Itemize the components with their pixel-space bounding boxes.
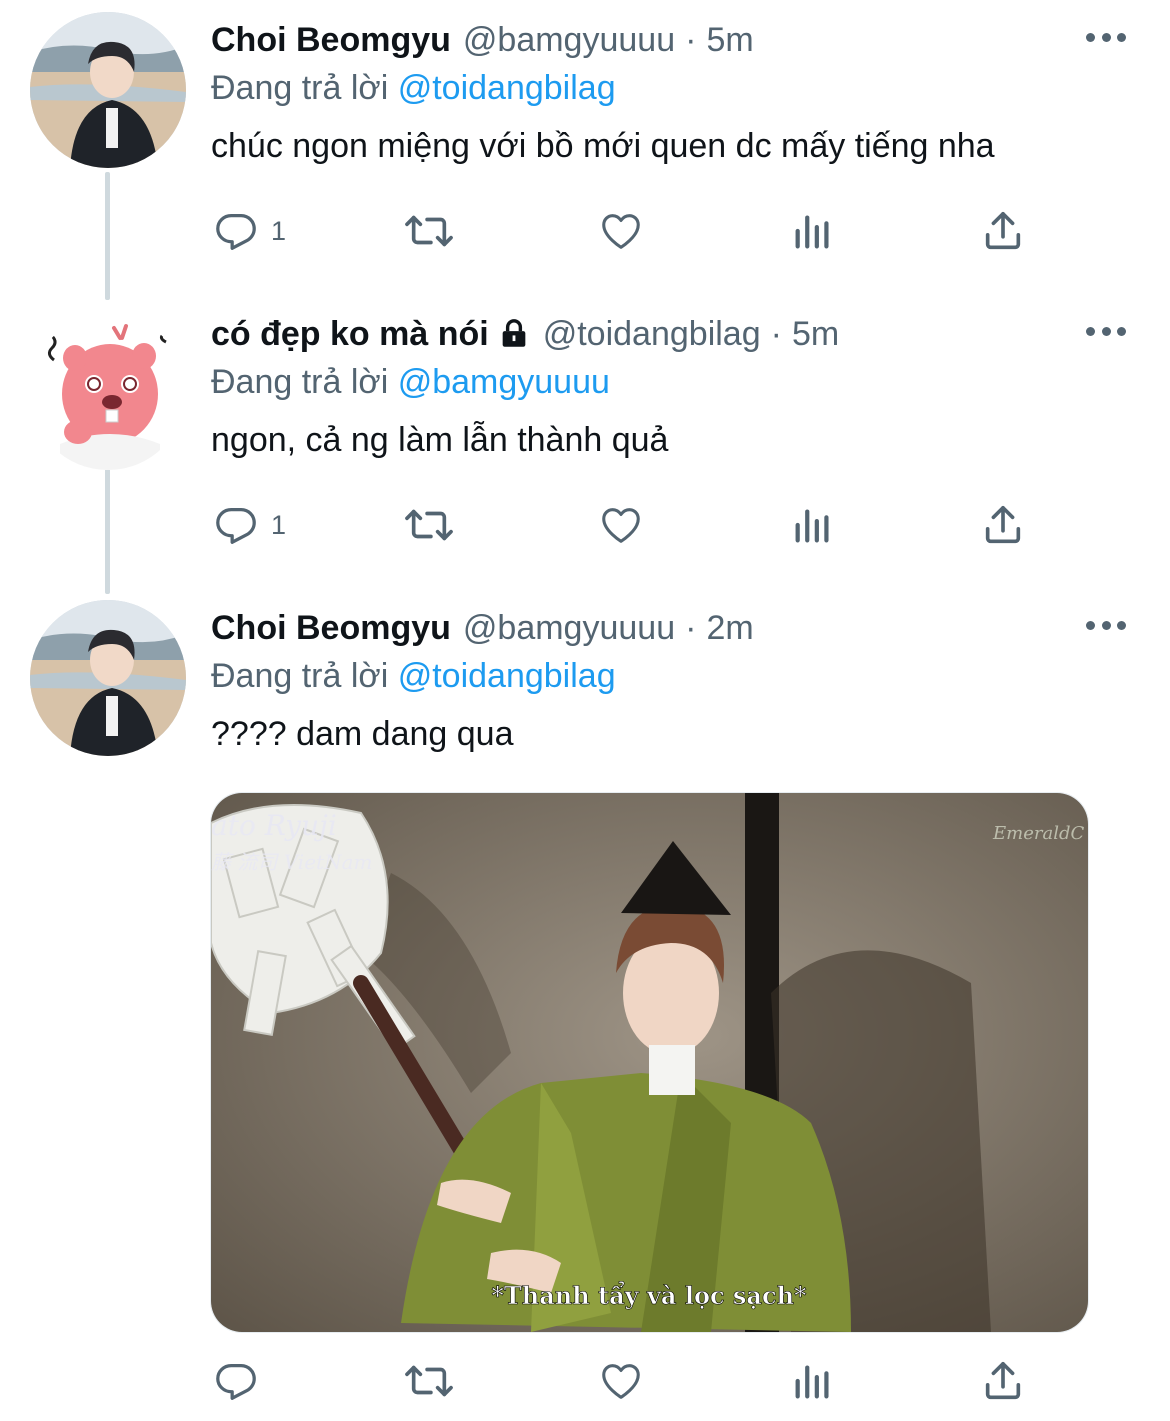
views-button[interactable] [791,500,835,550]
tweet-text: ???? dam dang qua [211,715,514,753]
display-name[interactable]: Choi Beomgyu [211,18,451,62]
views-icon [795,215,829,249]
share-icon [985,1361,1021,1400]
share-button[interactable] [979,500,1027,550]
heart-icon [602,1364,640,1399]
views-button[interactable] [791,206,835,256]
reply-button[interactable]: 1 [213,206,286,256]
replying-to: Đang trả lời @toidangbilag [211,66,616,110]
action-bar: 1 [211,500,1041,550]
reply-icon [216,508,256,544]
views-button[interactable] [791,1356,835,1406]
replying-to-label: Đang trả lời [211,657,398,695]
watermark-left: ato Ryuji [211,809,337,842]
tweet[interactable]: Choi Beomgyu @bamgyuuuu · 5m Đang trả lờ… [0,12,1170,298]
share-button[interactable] [979,1356,1027,1406]
like-button[interactable] [597,500,645,550]
more-icon[interactable] [1086,316,1126,346]
replying-to: Đang trả lời @bamgyuuuu [211,360,610,404]
share-icon [985,505,1021,544]
action-bar: 1 [211,206,1041,256]
like-button[interactable] [597,1356,645,1406]
replying-to-label: Đang trả lời [211,69,398,107]
replying-to-label: Đang trả lời [211,363,398,401]
user-handle[interactable]: @bamgyuuuu [463,18,675,62]
more-icon[interactable] [1086,22,1126,52]
watermark-left-sub: 藤 流司 VietNam [211,850,372,874]
display-name[interactable]: Choi Beomgyu [211,606,451,650]
timestamp[interactable]: 5m [792,312,839,356]
separator-dot: · [770,315,782,353]
reply-icon [216,214,256,250]
views-icon [795,1365,829,1399]
timestamp[interactable]: 2m [706,606,753,650]
timestamp[interactable]: 5m [706,18,753,62]
display-name[interactable]: có đẹp ko mà nói [211,312,489,356]
mention-link[interactable]: @bamgyuuuu [398,363,610,401]
like-button[interactable] [597,206,645,256]
retweet-icon [405,1365,453,1397]
reply-count: 1 [271,509,287,540]
retweet-button[interactable] [401,206,457,256]
retweet-icon [405,509,453,541]
tweet-media-image[interactable]: ato Ryuji 藤 流司 VietNam EmeraldC *Thanh t… [210,792,1089,1333]
reply-button[interactable]: 1 [213,500,286,550]
heart-icon [602,508,640,543]
tweet-text: ngon, cả ng làm lẫn thành quả [211,421,669,459]
reply-count: 1 [271,215,287,246]
more-icon[interactable] [1086,610,1126,640]
avatar[interactable] [30,12,186,168]
tweet-text: chúc ngon miệng với bồ mới quen dc mấy t… [211,127,995,165]
user-handle[interactable]: @bamgyuuuu [463,606,675,650]
share-icon [985,211,1021,250]
avatar[interactable] [30,600,186,756]
retweet-icon [405,215,453,247]
separator-dot: · [685,609,697,647]
separator-dot: · [685,21,697,59]
watermark-right: EmeraldC [992,823,1084,844]
replying-to: Đang trả lời @toidangbilag [211,654,616,698]
lock-icon [497,317,531,351]
retweet-button[interactable] [401,1356,457,1406]
action-bar [211,1356,1041,1406]
video-subtitle: *Thanh tẩy và lọc sạch* [491,1281,807,1310]
mention-link[interactable]: @toidangbilag [398,69,616,107]
mention-link[interactable]: @toidangbilag [398,657,616,695]
share-button[interactable] [979,206,1027,256]
views-icon [795,509,829,543]
reply-button[interactable] [213,1356,259,1406]
user-handle[interactable]: @toidangbilag [543,312,761,356]
reply-icon [216,1364,256,1400]
tweet[interactable]: có đẹp ko mà nói @toidangbilag · 5m Đang… [0,312,1170,592]
retweet-button[interactable] [401,500,457,550]
heart-icon [602,214,640,249]
avatar[interactable] [30,314,186,470]
